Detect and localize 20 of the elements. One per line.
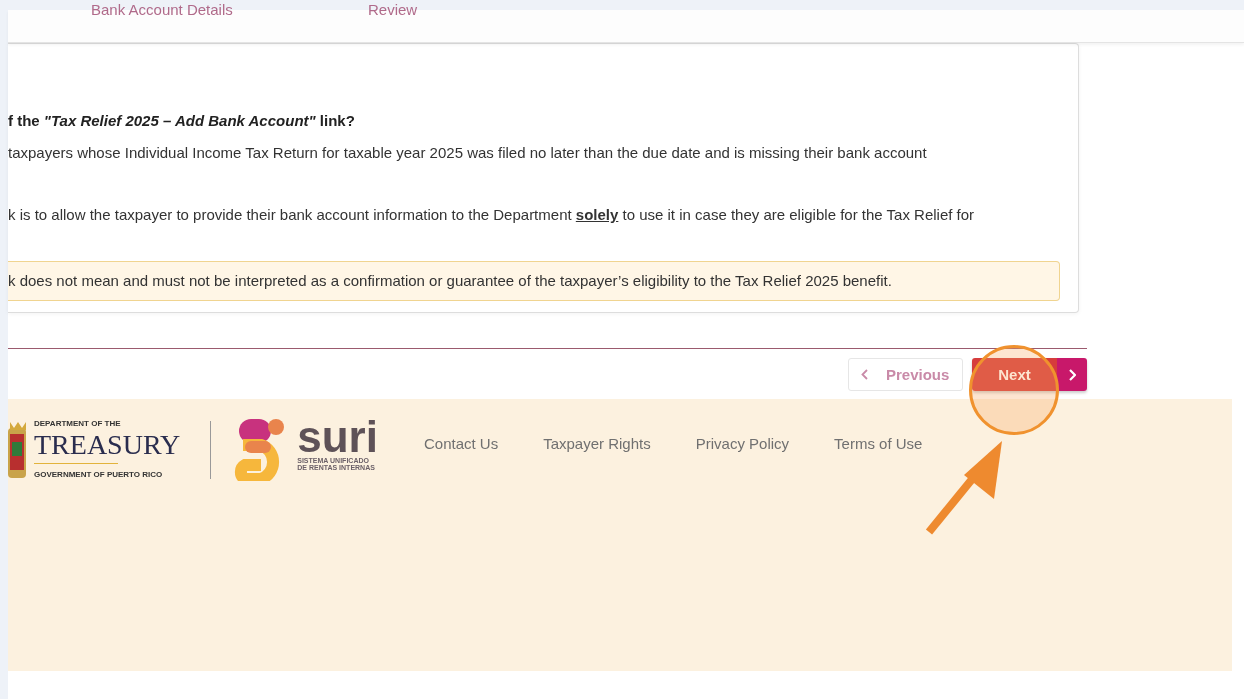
paragraph: taxpayers whose Individual Income Tax Return for taxable year 2025 was filed no later than the due date and is missing their bank account (8, 143, 928, 163)
notice-text: k does not mean and must not be interpreted as a confirmation or guarantee of the taxpayer’s eligibility to the Tax Relief 2025 benefit. (8, 261, 1060, 301)
footer-link[interactable]: Terms of Use (834, 435, 923, 452)
step-label: Review (368, 1, 418, 18)
next-arrow-button[interactable] (1057, 358, 1087, 391)
government-label: GOVERNMENT OF PUERTO RICO (34, 470, 164, 479)
footer-link[interactable]: Contact Us (423, 435, 499, 452)
chevron-left-icon (861, 369, 868, 380)
chevron-right-icon (1068, 368, 1076, 381)
footer-link[interactable]: Privacy Policy (695, 435, 790, 452)
coat-of-arms-icon (8, 420, 28, 480)
paragraph: k is to allow the taxpayer to provide their bank account information to the Department solely to use it in case they are eligible for the Tax Relief for (8, 205, 976, 225)
step-label: Bank Account Details (91, 1, 233, 18)
department-label: DEPARTMENT OF THE (34, 419, 122, 428)
previous-button[interactable]: Previous (848, 358, 963, 391)
suri-logo-text: suri (297, 417, 378, 457)
question-heading: f the "Tax Relief 2025 – Add Bank Account" link? (8, 112, 356, 129)
treasury-logo-text: TREASURY (34, 430, 181, 460)
next-button[interactable]: Next (972, 358, 1057, 391)
footer-link[interactable]: Taxpayer Rights (543, 435, 651, 452)
